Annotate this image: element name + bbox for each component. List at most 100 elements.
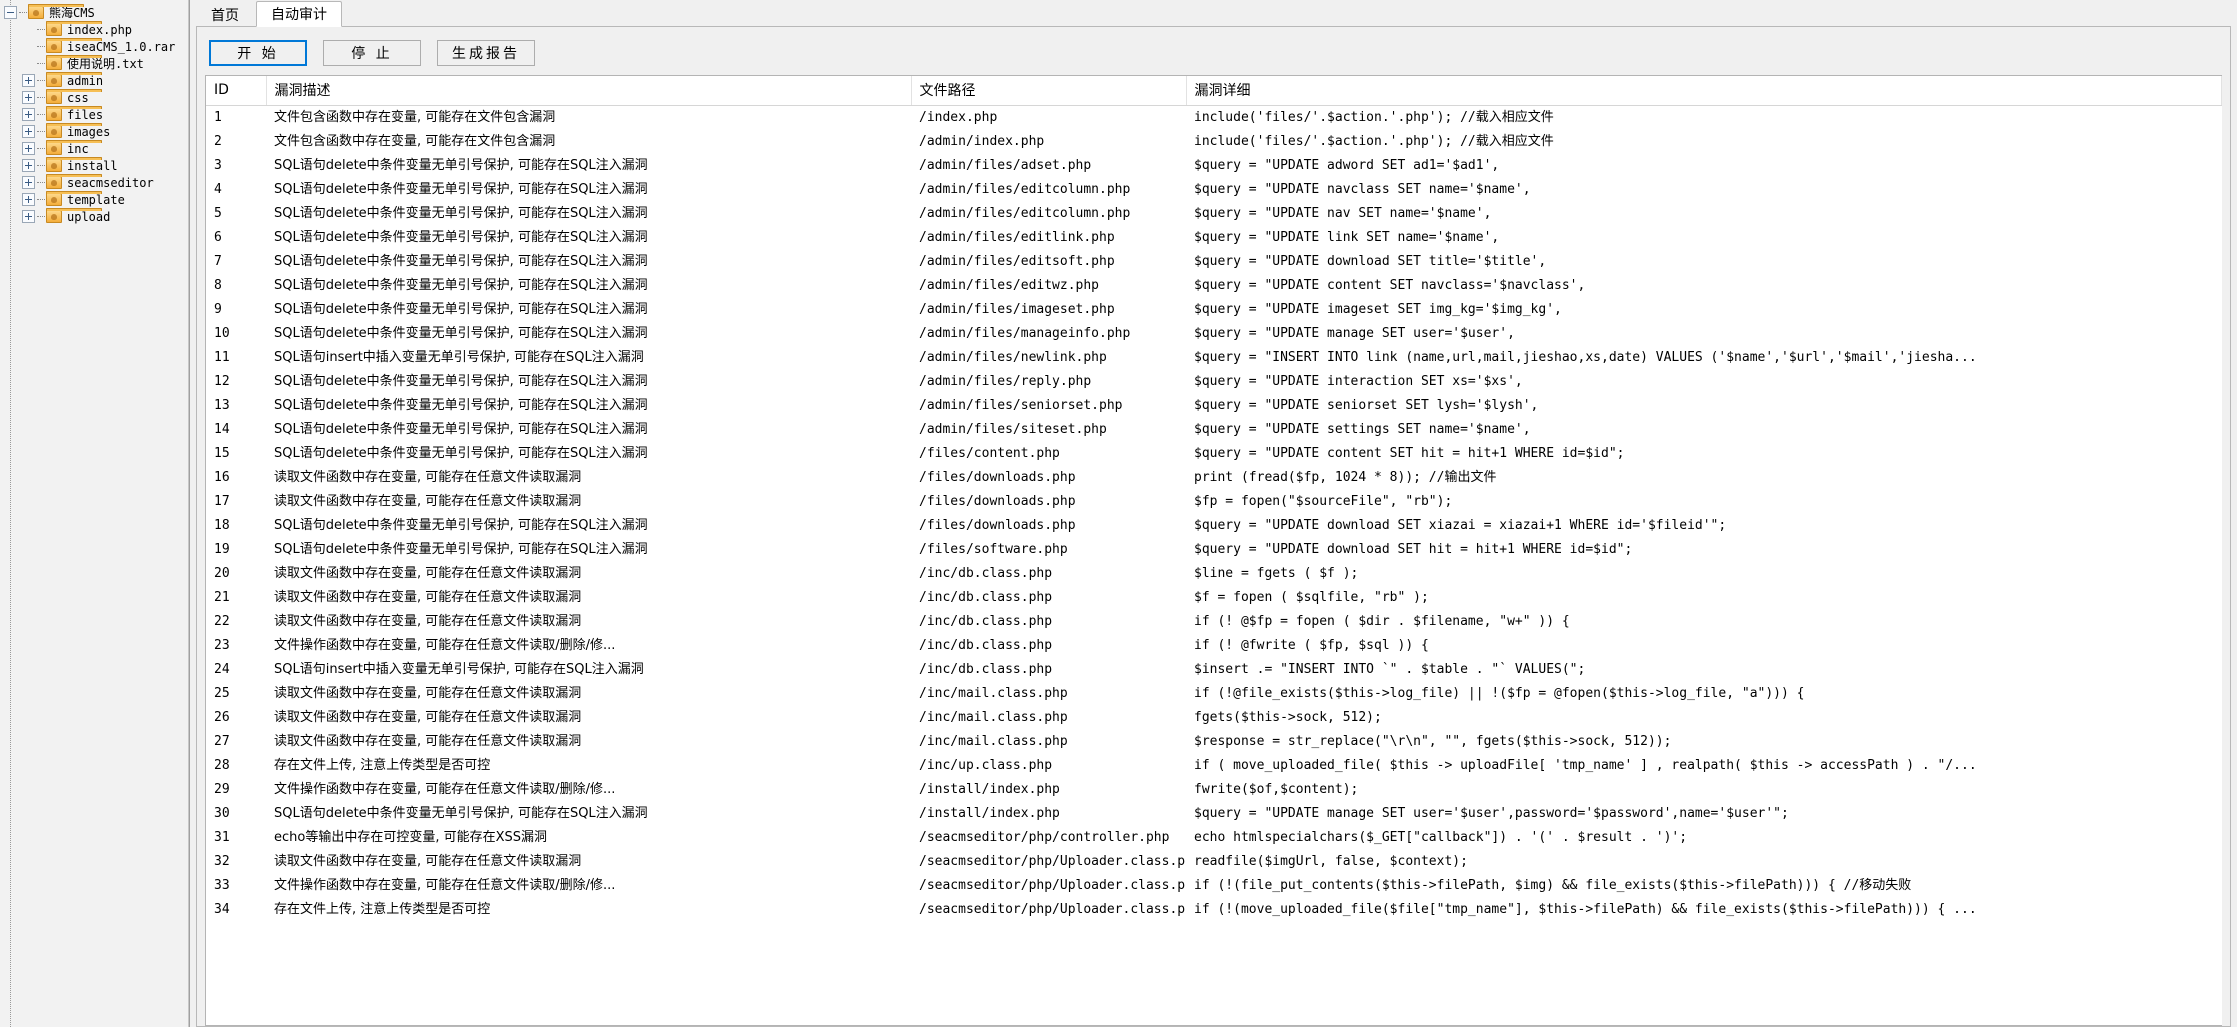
cell-path: /files/downloads.php bbox=[911, 514, 1186, 538]
expand-icon[interactable] bbox=[22, 91, 35, 104]
table-row[interactable]: 33文件操作函数中存在变量, 可能存在任意文件读取/删除/修.../seacms… bbox=[206, 874, 2222, 898]
tree-item[interactable]: install bbox=[0, 157, 189, 174]
folder-icon bbox=[46, 40, 62, 53]
tree-item[interactable]: seacmseditor bbox=[0, 174, 189, 191]
table-row[interactable]: 18SQL语句delete中条件变量无单引号保护, 可能存在SQL注入漏洞/fi… bbox=[206, 514, 2222, 538]
table-row[interactable]: 4SQL语句delete中条件变量无单引号保护, 可能存在SQL注入漏洞/adm… bbox=[206, 178, 2222, 202]
table-row[interactable]: 19SQL语句delete中条件变量无单引号保护, 可能存在SQL注入漏洞/fi… bbox=[206, 538, 2222, 562]
cell-detail: $insert .= "INSERT INTO `" . $table . "`… bbox=[1186, 658, 2222, 682]
table-row[interactable]: 17读取文件函数中存在变量, 可能存在任意文件读取漏洞/files/downlo… bbox=[206, 490, 2222, 514]
table-row[interactable]: 31echo等输出中存在可控变量, 可能存在XSS漏洞/seacmseditor… bbox=[206, 826, 2222, 850]
expand-icon[interactable] bbox=[22, 125, 35, 138]
table-row[interactable]: 15SQL语句delete中条件变量无单引号保护, 可能存在SQL注入漏洞/fi… bbox=[206, 442, 2222, 466]
cell-path: /inc/mail.class.php bbox=[911, 730, 1186, 754]
table-row[interactable]: 12SQL语句delete中条件变量无单引号保护, 可能存在SQL注入漏洞/ad… bbox=[206, 370, 2222, 394]
tree-item[interactable]: 使用说明.txt bbox=[0, 55, 189, 72]
tree-item[interactable]: inc bbox=[0, 140, 189, 157]
cell-detail: $query = "UPDATE navclass SET name='$nam… bbox=[1186, 178, 2222, 202]
cell-path: /files/software.php bbox=[911, 538, 1186, 562]
tree-item[interactable]: admin bbox=[0, 72, 189, 89]
cell-id: 27 bbox=[206, 730, 266, 754]
table-row[interactable]: 23文件操作函数中存在变量, 可能存在任意文件读取/删除/修.../inc/db… bbox=[206, 634, 2222, 658]
tree-connector bbox=[37, 148, 45, 149]
tree-connector bbox=[37, 199, 45, 200]
cell-path: /seacmseditor/php/Uploader.class.php bbox=[911, 850, 1186, 874]
table-row[interactable]: 9SQL语句delete中条件变量无单引号保护, 可能存在SQL注入漏洞/adm… bbox=[206, 298, 2222, 322]
cell-path: /install/index.php bbox=[911, 778, 1186, 802]
cell-description: 存在文件上传, 注意上传类型是否可控 bbox=[266, 898, 911, 922]
tab-auto-audit[interactable]: 自动审计 bbox=[256, 1, 342, 27]
expand-icon[interactable] bbox=[22, 74, 35, 87]
table-row[interactable]: 13SQL语句delete中条件变量无单引号保护, 可能存在SQL注入漏洞/ad… bbox=[206, 394, 2222, 418]
table-row[interactable]: 29文件操作函数中存在变量, 可能存在任意文件读取/删除/修.../instal… bbox=[206, 778, 2222, 802]
cell-detail: fwrite($of,$content); bbox=[1186, 778, 2222, 802]
expand-icon[interactable] bbox=[22, 142, 35, 155]
table-row[interactable]: 7SQL语句delete中条件变量无单引号保护, 可能存在SQL注入漏洞/adm… bbox=[206, 250, 2222, 274]
table-row[interactable]: 6SQL语句delete中条件变量无单引号保护, 可能存在SQL注入漏洞/adm… bbox=[206, 226, 2222, 250]
tree-item[interactable]: images bbox=[0, 123, 189, 140]
tree-item-label: admin bbox=[67, 74, 103, 88]
tab-home[interactable]: 首页 bbox=[196, 2, 254, 26]
cell-path: /admin/files/editcolumn.php bbox=[911, 202, 1186, 226]
generate-report-button[interactable]: 生成报告 bbox=[437, 40, 535, 66]
table-row[interactable]: 14SQL语句delete中条件变量无单引号保护, 可能存在SQL注入漏洞/ad… bbox=[206, 418, 2222, 442]
cell-detail: $query = "UPDATE nav SET name='$name', bbox=[1186, 202, 2222, 226]
table-row[interactable]: 8SQL语句delete中条件变量无单引号保护, 可能存在SQL注入漏洞/adm… bbox=[206, 274, 2222, 298]
column-header-path[interactable]: 文件路径 bbox=[911, 76, 1186, 105]
table-header-row: ID 漏洞描述 文件路径 漏洞详细 bbox=[206, 76, 2222, 105]
table-row[interactable]: 34存在文件上传, 注意上传类型是否可控/seacmseditor/php/Up… bbox=[206, 898, 2222, 922]
table-row[interactable]: 20读取文件函数中存在变量, 可能存在任意文件读取漏洞/inc/db.class… bbox=[206, 562, 2222, 586]
expand-icon[interactable] bbox=[22, 159, 35, 172]
table-row[interactable]: 32读取文件函数中存在变量, 可能存在任意文件读取漏洞/seacmseditor… bbox=[206, 850, 2222, 874]
tree-item[interactable]: files bbox=[0, 106, 189, 123]
auto-audit-panel: 开 始 停 止 生成报告 ID 漏洞描述 文件路径 漏洞详细 1文件包含函数中存… bbox=[196, 26, 2231, 1027]
tree-item-label: index.php bbox=[67, 23, 132, 37]
table-row[interactable]: 24SQL语句insert中插入变量无单引号保护, 可能存在SQL注入漏洞/in… bbox=[206, 658, 2222, 682]
table-row[interactable]: 3SQL语句delete中条件变量无单引号保护, 可能存在SQL注入漏洞/adm… bbox=[206, 154, 2222, 178]
table-row[interactable]: 5SQL语句delete中条件变量无单引号保护, 可能存在SQL注入漏洞/adm… bbox=[206, 202, 2222, 226]
tree-item[interactable]: template bbox=[0, 191, 189, 208]
cell-path: /install/index.php bbox=[911, 802, 1186, 826]
table-row[interactable]: 25读取文件函数中存在变量, 可能存在任意文件读取漏洞/inc/mail.cla… bbox=[206, 682, 2222, 706]
table-row[interactable]: 28存在文件上传, 注意上传类型是否可控/inc/up.class.phpif … bbox=[206, 754, 2222, 778]
table-row[interactable]: 22读取文件函数中存在变量, 可能存在任意文件读取漏洞/inc/db.class… bbox=[206, 610, 2222, 634]
cell-detail: $query = "UPDATE download SET title='$ti… bbox=[1186, 250, 2222, 274]
table-row[interactable]: 30SQL语句delete中条件变量无单引号保护, 可能存在SQL注入漏洞/in… bbox=[206, 802, 2222, 826]
expand-icon[interactable] bbox=[22, 210, 35, 223]
column-header-id[interactable]: ID bbox=[206, 76, 266, 105]
collapse-icon[interactable] bbox=[4, 6, 17, 19]
cell-id: 31 bbox=[206, 826, 266, 850]
table-row[interactable]: 11SQL语句insert中插入变量无单引号保护, 可能存在SQL注入漏洞/ad… bbox=[206, 346, 2222, 370]
cell-description: 读取文件函数中存在变量, 可能存在任意文件读取漏洞 bbox=[266, 490, 911, 514]
tree-item[interactable]: upload bbox=[0, 208, 189, 225]
expand-icon[interactable] bbox=[22, 193, 35, 206]
tree-root-node[interactable]: 熊海CMS bbox=[0, 4, 189, 21]
table-row[interactable]: 21读取文件函数中存在变量, 可能存在任意文件读取漏洞/inc/db.class… bbox=[206, 586, 2222, 610]
table-row[interactable]: 16读取文件函数中存在变量, 可能存在任意文件读取漏洞/files/downlo… bbox=[206, 466, 2222, 490]
tree-item[interactable]: index.php bbox=[0, 21, 189, 38]
cell-path: /inc/mail.class.php bbox=[911, 706, 1186, 730]
table-row[interactable]: 10SQL语句delete中条件变量无单引号保护, 可能存在SQL注入漏洞/ad… bbox=[206, 322, 2222, 346]
cell-id: 25 bbox=[206, 682, 266, 706]
table-row[interactable]: 1文件包含函数中存在变量, 可能存在文件包含漏洞/index.phpinclud… bbox=[206, 105, 2222, 130]
column-header-detail[interactable]: 漏洞详细 bbox=[1186, 76, 2222, 105]
tree-item[interactable]: css bbox=[0, 89, 189, 106]
start-button[interactable]: 开 始 bbox=[209, 40, 307, 66]
cell-id: 16 bbox=[206, 466, 266, 490]
cell-detail: if (! @$fp = fopen ( $dir . $filename, "… bbox=[1186, 610, 2222, 634]
results-grid[interactable]: ID 漏洞描述 文件路径 漏洞详细 1文件包含函数中存在变量, 可能存在文件包含… bbox=[205, 75, 2222, 1026]
cell-description: SQL语句delete中条件变量无单引号保护, 可能存在SQL注入漏洞 bbox=[266, 322, 911, 346]
expand-icon[interactable] bbox=[22, 176, 35, 189]
expand-icon[interactable] bbox=[22, 108, 35, 121]
tree-item[interactable]: iseaCMS_1.0.rar bbox=[0, 38, 189, 55]
tree-pane-edge bbox=[188, 0, 189, 1027]
table-row[interactable]: 27读取文件函数中存在变量, 可能存在任意文件读取漏洞/inc/mail.cla… bbox=[206, 730, 2222, 754]
table-row[interactable]: 2文件包含函数中存在变量, 可能存在文件包含漏洞/admin/index.php… bbox=[206, 130, 2222, 154]
cell-description: 读取文件函数中存在变量, 可能存在任意文件读取漏洞 bbox=[266, 730, 911, 754]
stop-button[interactable]: 停 止 bbox=[323, 40, 421, 66]
column-header-description[interactable]: 漏洞描述 bbox=[266, 76, 911, 105]
table-row[interactable]: 26读取文件函数中存在变量, 可能存在任意文件读取漏洞/inc/mail.cla… bbox=[206, 706, 2222, 730]
tree-connector bbox=[37, 80, 45, 81]
tree-item-list: index.phpiseaCMS_1.0.rar使用说明.txt admincss… bbox=[0, 21, 189, 225]
cell-description: 文件操作函数中存在变量, 可能存在任意文件读取/删除/修... bbox=[266, 874, 911, 898]
